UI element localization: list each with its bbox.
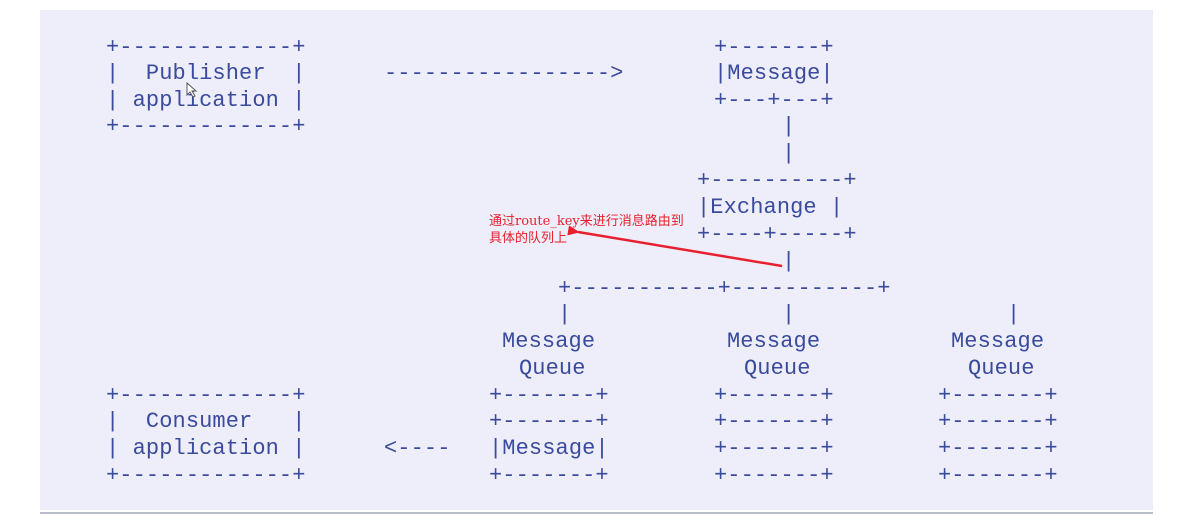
mouse-cursor-icon	[186, 82, 198, 98]
annotation-arrow	[567, 225, 783, 268]
annotation-line-2: 具体的队列上	[489, 231, 568, 246]
routing-annotation: 通过route_key来进行消息路由到 具体的队列上	[489, 213, 684, 247]
annotation-line-1: 通过route_key来进行消息路由到	[489, 214, 684, 229]
